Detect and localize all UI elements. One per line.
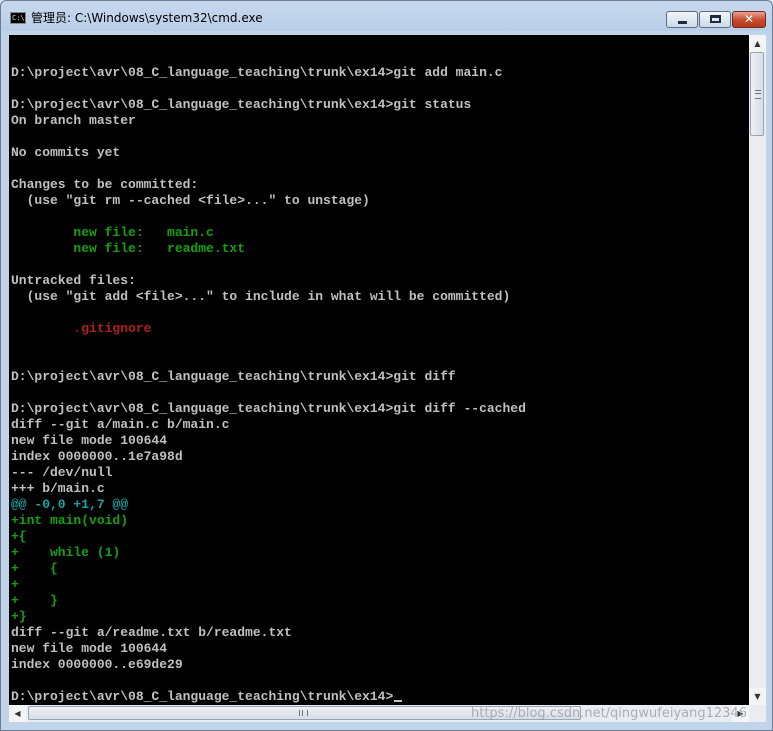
console-line: On branch master — [11, 113, 526, 129]
console-line-text: Changes to be committed: — [11, 177, 199, 192]
console-line-text: + { — [11, 561, 58, 576]
close-icon: ✕ — [743, 12, 755, 26]
console-line-text: +} — [11, 609, 27, 624]
minimize-icon — [678, 21, 687, 24]
scroll-down-arrow-icon[interactable]: ▼ — [749, 688, 766, 705]
console-line-text: D:\project\avr\08_C_language_teaching\tr… — [11, 369, 456, 384]
console-line-text: + } — [11, 593, 58, 608]
maximize-icon — [710, 15, 721, 23]
watermark: https://blog.csdn.net/qingwufeiyang12346 — [471, 706, 747, 721]
console-line-text: new file: readme.txt — [11, 241, 246, 256]
console-output[interactable]: D:\project\avr\08_C_language_teaching\tr… — [9, 35, 749, 705]
console-line: index 0000000..1e7a98d — [11, 449, 526, 465]
console-line: new file mode 100644 — [11, 641, 526, 657]
cmd-app-icon-label: C:\ — [12, 14, 25, 22]
console-line-text: D:\project\avr\08_C_language_teaching\tr… — [11, 97, 472, 112]
grip-icon — [299, 710, 308, 716]
console-line-text: new file mode 100644 — [11, 433, 168, 448]
console-line-text: No commits yet — [11, 145, 121, 160]
console-line: D:\project\avr\08_C_language_teaching\tr… — [11, 97, 526, 113]
console-line: Changes to be committed: — [11, 177, 526, 193]
console-line-text: .gitignore — [11, 321, 152, 336]
console-line: +int main(void) — [11, 513, 526, 529]
console-line-text: + while (1) — [11, 545, 121, 560]
console-line-text: index 0000000..e69de29 — [11, 657, 183, 672]
scroll-left-arrow-icon[interactable]: ◀ — [9, 705, 26, 722]
console-line: D:\project\avr\08_C_language_teaching\tr… — [11, 401, 526, 417]
console-line: diff --git a/readme.txt b/readme.txt — [11, 625, 526, 641]
console-line-text: (use "git add <file>..." to include in w… — [11, 289, 511, 304]
console-line-text: +++ b/main.c — [11, 481, 105, 496]
cmd-app-icon[interactable]: C:\ — [10, 12, 26, 24]
console-lines: D:\project\avr\08_C_language_teaching\tr… — [11, 49, 526, 705]
console-line-text: index 0000000..1e7a98d — [11, 449, 183, 464]
console-line: + { — [11, 561, 526, 577]
console-line: Untracked files: — [11, 273, 526, 289]
console-line: new file mode 100644 — [11, 433, 526, 449]
console-line: index 0000000..e69de29 — [11, 657, 526, 673]
console-line: @@ -0,0 +1,7 @@ — [11, 497, 526, 513]
cmd-window: C:\ 管理员: C:\Windows\system32\cmd.exe ✕ D… — [0, 0, 773, 731]
console-line-text: +{ — [11, 529, 27, 544]
console-line-text: Untracked files: — [11, 273, 136, 288]
vertical-scroll-thumb[interactable] — [750, 52, 764, 136]
console-line: (use "git add <file>..." to include in w… — [11, 289, 526, 305]
console-line: new file: main.c — [11, 225, 526, 241]
console-line-text: D:\project\avr\08_C_language_teaching\tr… — [11, 401, 526, 416]
console-line: diff --git a/main.c b/main.c — [11, 417, 526, 433]
console-line: --- /dev/null — [11, 465, 526, 481]
console-line-text: new file: main.c — [11, 225, 214, 240]
window-title: 管理员: C:\Windows\system32\cmd.exe — [31, 11, 263, 25]
console-line-text: @@ -0,0 +1,7 @@ — [11, 497, 129, 512]
resize-grip[interactable] — [749, 705, 766, 722]
console-line: +} — [11, 609, 526, 625]
vertical-scrollbar[interactable]: ▲ ▼ — [749, 35, 766, 705]
scroll-up-arrow-icon[interactable]: ▲ — [749, 35, 766, 52]
console-line-text: On branch master — [11, 113, 136, 128]
console-line: +{ — [11, 529, 526, 545]
console-line: new file: readme.txt — [11, 241, 526, 257]
console-line-text: + — [11, 577, 19, 592]
console-line: .gitignore — [11, 321, 526, 337]
minimize-button[interactable] — [666, 11, 698, 28]
console-line: (use "git rm --cached <file>..." to unst… — [11, 193, 526, 209]
console-line-text: D:\project\avr\08_C_language_teaching\tr… — [11, 689, 394, 704]
console-line-text: --- /dev/null — [11, 465, 113, 480]
console-line: + while (1) — [11, 545, 526, 561]
console-line-text: diff --git a/main.c b/main.c — [11, 417, 230, 432]
console-line: + — [11, 577, 526, 593]
console-line-text: diff --git a/readme.txt b/readme.txt — [11, 625, 292, 640]
close-button[interactable]: ✕ — [732, 11, 766, 28]
console-line: D:\project\avr\08_C_language_teaching\tr… — [11, 369, 526, 385]
console-line-text: (use "git rm --cached <file>..." to unst… — [11, 193, 370, 208]
console-line-text: +int main(void) — [11, 513, 129, 528]
console-line: No commits yet — [11, 145, 526, 161]
console-line-text: new file mode 100644 — [11, 641, 168, 656]
maximize-button[interactable] — [699, 11, 731, 28]
title-bar[interactable]: C:\ 管理员: C:\Windows\system32\cmd.exe ✕ — [1, 1, 772, 35]
grip-icon — [755, 90, 761, 99]
console-line-text: D:\project\avr\08_C_language_teaching\tr… — [11, 65, 503, 80]
console-line: D:\project\avr\08_C_language_teaching\tr… — [11, 65, 526, 81]
console-line: +++ b/main.c — [11, 481, 526, 497]
console-line: + } — [11, 593, 526, 609]
console-line: D:\project\avr\08_C_language_teaching\tr… — [11, 689, 526, 705]
text-cursor — [394, 700, 403, 702]
